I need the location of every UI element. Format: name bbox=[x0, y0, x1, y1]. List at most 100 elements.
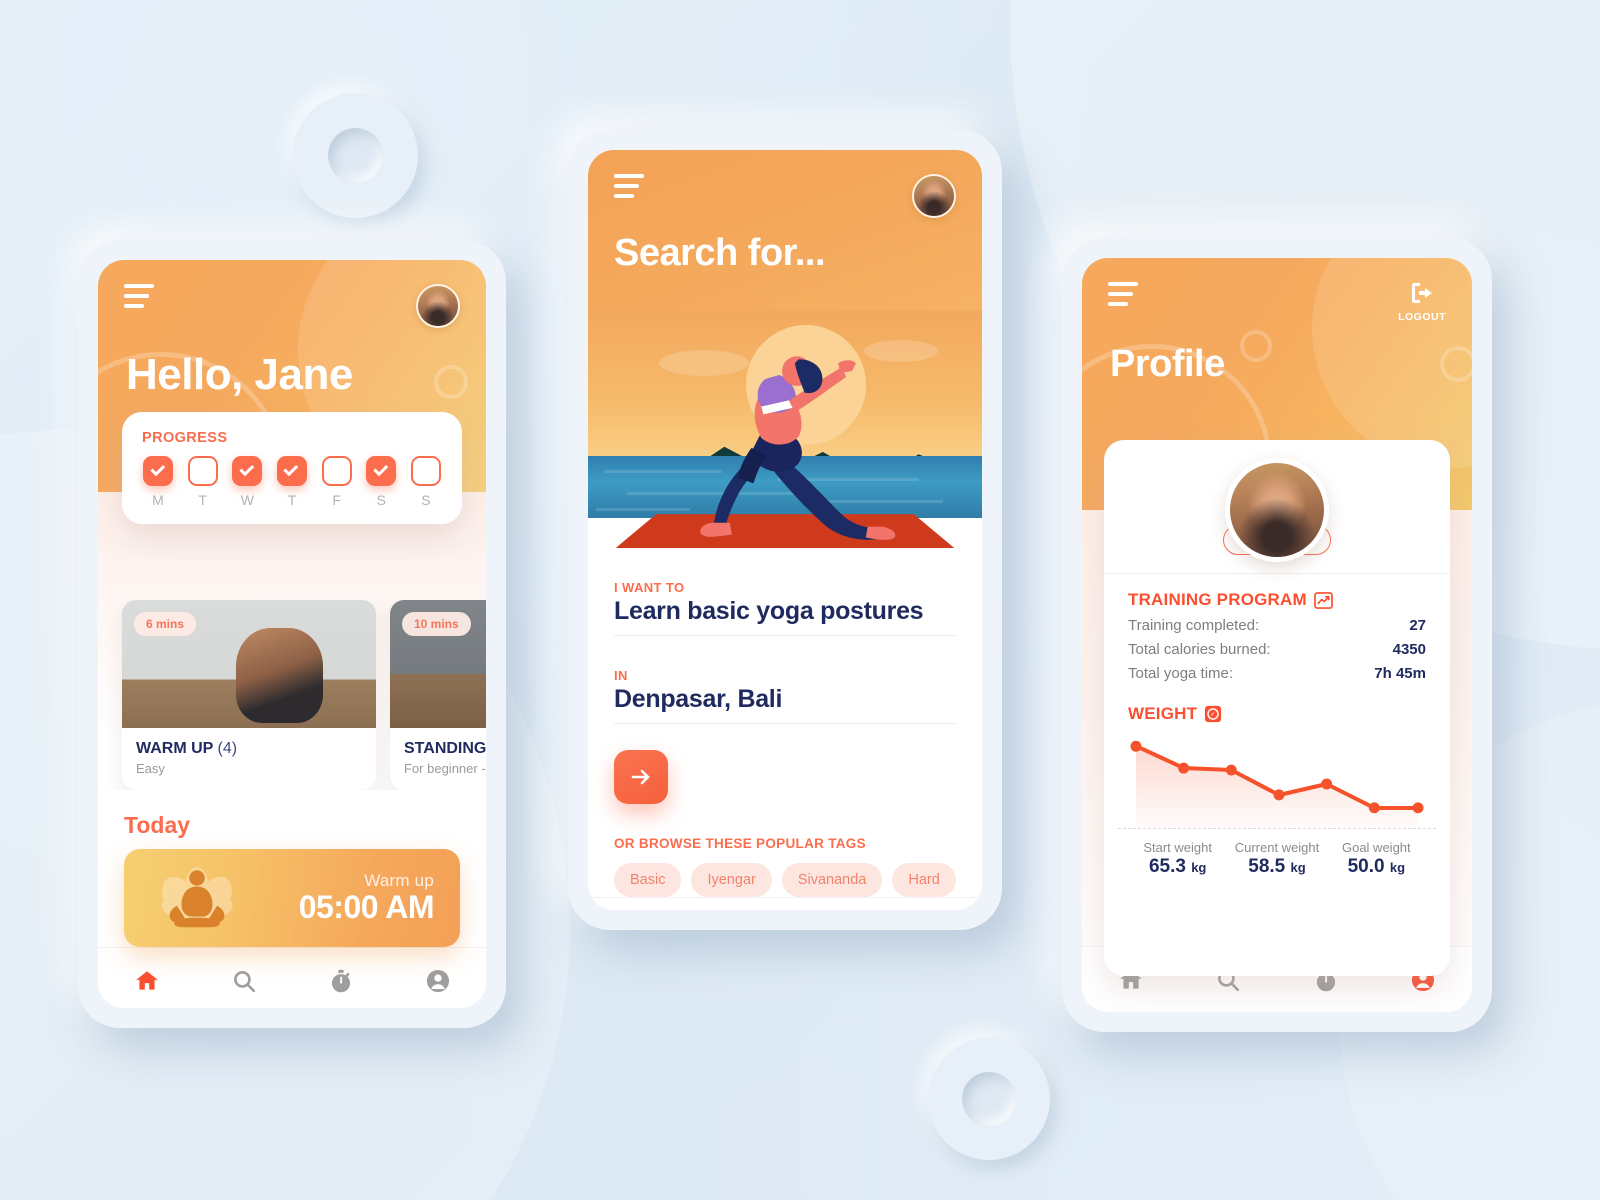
workout-card[interactable]: 6 mins WARM UP (4) Easy bbox=[122, 600, 376, 790]
avatar[interactable] bbox=[912, 174, 956, 218]
stat-key: Training completed: bbox=[1128, 617, 1260, 634]
search-header: Search for... bbox=[588, 150, 982, 310]
search-form: I WANT TO Learn basic yoga postures IN D… bbox=[588, 558, 982, 910]
progress-day-sun[interactable]: S bbox=[410, 456, 442, 508]
chart-baseline bbox=[1118, 828, 1436, 829]
workout-card-list[interactable]: 6 mins WARM UP (4) Easy 10 mins STANDING… bbox=[98, 600, 486, 790]
location-input[interactable]: Denpasar, Bali bbox=[614, 683, 956, 724]
workout-count: (4) bbox=[217, 740, 238, 757]
checkbox-unchecked[interactable] bbox=[187, 456, 218, 486]
today-session-card[interactable]: Warm up 05:00 AM bbox=[124, 849, 460, 947]
yoga-figure bbox=[700, 356, 896, 540]
training-program-label: TRAINING PROGRAM bbox=[1128, 590, 1307, 609]
phone-home-screen: Hello, Jane PROGRESS M T W T F S S 6 min… bbox=[78, 240, 506, 1028]
day-label: T bbox=[198, 492, 207, 508]
progress-day-wed[interactable]: W bbox=[231, 456, 263, 508]
logout-button[interactable]: LOGOUT bbox=[1398, 282, 1446, 323]
checkbox-checked[interactable] bbox=[232, 456, 263, 486]
workout-title: STANDING bbox=[404, 740, 486, 758]
day-label: T bbox=[287, 492, 297, 508]
day-label: W bbox=[240, 492, 254, 508]
weight-label: WEIGHT bbox=[1128, 704, 1198, 723]
search-field-goal[interactable]: I WANT TO Learn basic yoga postures bbox=[614, 580, 956, 636]
stat-value: 27 bbox=[1409, 617, 1426, 634]
stat-row: Total yoga time: 7h 45m bbox=[1128, 665, 1426, 682]
workout-image: 10 mins bbox=[390, 600, 486, 728]
weight-stat-value: 58.5 kg bbox=[1227, 856, 1326, 878]
search-field-location[interactable]: IN Denpasar, Bali bbox=[614, 668, 956, 724]
field-label: IN bbox=[614, 668, 628, 683]
day-label: S bbox=[376, 492, 386, 508]
workout-title-text: STANDING bbox=[404, 740, 486, 757]
tag-sivananda[interactable]: Sivananda bbox=[781, 863, 883, 897]
search-header-bar bbox=[588, 150, 982, 218]
yoga-illustration bbox=[588, 310, 982, 558]
avatar[interactable] bbox=[416, 284, 460, 328]
stat-row: Training completed: 27 bbox=[1128, 617, 1426, 634]
day-label: M bbox=[152, 492, 164, 508]
weight-stat-start: Start weight 65.3 kg bbox=[1128, 840, 1227, 878]
hamburger-icon[interactable] bbox=[614, 174, 644, 198]
workout-card[interactable]: 10 mins STANDING For beginner - bbox=[390, 600, 486, 790]
today-session-text: Warm up 05:00 AM bbox=[299, 870, 435, 926]
progress-day-mon[interactable]: M bbox=[142, 456, 174, 508]
nav-home-icon[interactable] bbox=[133, 967, 161, 995]
phone-search-screen: Search for... I WANT TO Learn basic yoga… bbox=[568, 130, 1002, 930]
weight-chart-points bbox=[1130, 740, 1424, 814]
checkbox-checked[interactable] bbox=[276, 456, 307, 486]
submit-search-button[interactable] bbox=[614, 750, 668, 804]
popular-tags-label: OR BROWSE THESE POPULAR TAGS bbox=[614, 836, 866, 851]
weight-unit: kg bbox=[1389, 860, 1406, 875]
checkbox-unchecked[interactable] bbox=[410, 456, 441, 486]
checkbox-checked[interactable] bbox=[143, 456, 173, 486]
progress-day-sat[interactable]: S bbox=[365, 456, 397, 508]
weight-stat-label: Start weight bbox=[1143, 840, 1212, 855]
workout-subtitle: Easy bbox=[136, 761, 165, 776]
workout-image: 6 mins bbox=[122, 600, 376, 728]
page-title: Search for... bbox=[614, 232, 826, 274]
duration-badge: 6 mins bbox=[134, 612, 197, 636]
home-body: PROGRESS M T W T F S S 6 mins WARM UP (4… bbox=[98, 412, 486, 1008]
tag-basic[interactable]: Basic bbox=[614, 863, 682, 897]
search-screen: Search for... I WANT TO Learn basic yoga… bbox=[588, 150, 982, 910]
weight-stats-row: Start weight 65.3 kg Current weight 58.5… bbox=[1128, 840, 1426, 878]
bottom-nav bbox=[588, 897, 982, 910]
search-input[interactable]: Learn basic yoga postures bbox=[614, 595, 956, 636]
weight-stat-label: Goal weight bbox=[1341, 840, 1411, 855]
weight-number: 65.3 bbox=[1148, 856, 1186, 877]
weight-chart bbox=[1128, 732, 1426, 828]
stat-key: Total calories burned: bbox=[1128, 641, 1271, 658]
weight-number: 58.5 bbox=[1248, 856, 1286, 877]
tag-hard[interactable]: Hard bbox=[892, 863, 956, 897]
bottom-nav bbox=[98, 947, 486, 1008]
progress-day-fri[interactable]: F bbox=[321, 456, 353, 508]
weight-scale-icon bbox=[1205, 705, 1222, 723]
page-title: Profile bbox=[1110, 343, 1225, 385]
profile-screen: LOGOUT Profile JANE Edit Profile TRAININ… bbox=[1082, 258, 1472, 1012]
hamburger-icon[interactable] bbox=[1108, 282, 1138, 306]
checkbox-checked[interactable] bbox=[366, 456, 397, 486]
nav-timer-icon[interactable] bbox=[327, 967, 355, 995]
tag-iyengar[interactable]: Iyengar bbox=[691, 863, 772, 897]
checkbox-unchecked[interactable] bbox=[321, 456, 352, 486]
progress-label: PROGRESS bbox=[142, 430, 228, 446]
stat-value: 7h 45m bbox=[1374, 665, 1426, 682]
progress-days: M T W T F S S bbox=[142, 456, 442, 508]
page-title: Hello, Jane bbox=[126, 350, 353, 399]
profile-header-bar: LOGOUT bbox=[1082, 258, 1472, 323]
weight-heading: WEIGHT bbox=[1128, 704, 1426, 724]
progress-day-tue[interactable]: T bbox=[187, 456, 219, 508]
nav-search-icon[interactable] bbox=[230, 967, 258, 995]
today-heading: Today bbox=[124, 812, 191, 838]
session-label: Warm up bbox=[364, 870, 434, 890]
hamburger-icon[interactable] bbox=[124, 284, 154, 308]
avatar-image bbox=[418, 286, 458, 326]
popular-tags: Basic Iyengar Sivananda Hard bbox=[614, 863, 956, 897]
profile-avatar[interactable] bbox=[1225, 458, 1329, 562]
nav-profile-icon[interactable] bbox=[424, 967, 452, 995]
weight-unit: kg bbox=[1290, 860, 1306, 875]
weight-stat-label: Current weight bbox=[1234, 840, 1320, 855]
weight-stat-value: 50.0 kg bbox=[1327, 856, 1426, 878]
progress-day-thu[interactable]: T bbox=[276, 456, 308, 508]
field-label: I WANT TO bbox=[614, 580, 685, 595]
